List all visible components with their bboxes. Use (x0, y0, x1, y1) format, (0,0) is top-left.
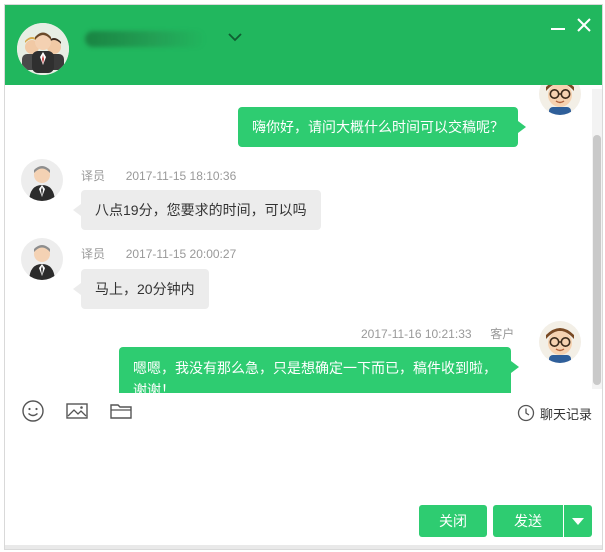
message-list[interactable]: 嗨你好，请问大概什么时间可以交稿呢？ 译员 2017-11-15 18:10:3… (5, 85, 602, 393)
close-icon[interactable] (575, 16, 593, 34)
message-time: 2017-11-15 20:00:27 (125, 247, 237, 261)
translator-avatar (21, 159, 63, 201)
customer-avatar (539, 321, 581, 363)
caret-down-icon (572, 518, 584, 525)
message-bubble-outgoing: 嗯嗯，我没有那么急，只是想确定一下而已，稿件收到啦， 谢谢！ (119, 347, 519, 393)
sender-name: 客户 (490, 327, 515, 341)
close-button[interactable]: 关闭 (419, 505, 487, 537)
sender-name: 译员 (81, 169, 106, 183)
message-meta: 译员 2017-11-15 20:00:27 (81, 245, 236, 262)
cartoon-glasses-avatar-icon (539, 85, 581, 115)
businessman-avatar-icon (21, 238, 63, 280)
chat-window: 嗨你好，请问大概什么时间可以交稿呢？ 译员 2017-11-15 18:10:3… (4, 4, 603, 550)
folder-icon[interactable] (109, 399, 133, 423)
message-text: 嗨你好，请问大概什么时间可以交稿呢？ (252, 119, 504, 135)
minimize-icon[interactable] (549, 17, 567, 35)
message-text: 八点19分，您要求的时间，可以吗 (95, 202, 307, 218)
translator-avatar (21, 238, 63, 280)
group-people-icon (17, 23, 69, 75)
scrollbar-thumb[interactable] (593, 135, 601, 385)
message-text: 谢谢！ (133, 382, 175, 393)
message-input[interactable] (5, 429, 602, 501)
chat-history-label: 聊天记录 (539, 406, 592, 422)
compose-toolbar: 聊天记录 (5, 393, 602, 429)
clock-icon (517, 404, 535, 422)
chat-header (5, 5, 602, 85)
image-icon[interactable] (65, 399, 89, 423)
message-text: 马上，20分钟内 (95, 281, 195, 297)
message-meta: 译员 2017-11-15 18:10:36 (81, 167, 236, 184)
businessman-avatar-icon (21, 159, 63, 201)
message-bubble-incoming: 马上，20分钟内 (73, 269, 209, 309)
chat-history-link[interactable]: 聊天记录 (517, 403, 592, 423)
cartoon-glasses-avatar-icon (539, 321, 581, 363)
window-bottom-edge (5, 545, 602, 549)
message-time: 2017-11-16 10:21:33 (361, 327, 472, 341)
chat-title-blurred (85, 31, 205, 47)
sender-name: 译员 (81, 247, 106, 261)
message-time: 2017-11-15 18:10:36 (125, 169, 237, 183)
group-avatar[interactable] (17, 23, 69, 75)
message-bubble-outgoing: 嗨你好，请问大概什么时间可以交稿呢？ (238, 107, 526, 147)
customer-avatar (539, 85, 581, 115)
send-options-dropdown[interactable] (564, 505, 592, 537)
message-text: 嗯嗯，我没有那么急，只是想确定一下而已，稿件收到啦， (133, 360, 497, 376)
message-bubble-incoming: 八点19分，您要求的时间，可以吗 (73, 190, 321, 230)
smiley-icon[interactable] (21, 399, 45, 423)
chevron-down-icon[interactable] (227, 29, 243, 45)
message-meta: 2017-11-16 10:21:33 客户 (361, 325, 514, 342)
send-button[interactable]: 发送 (493, 505, 563, 537)
